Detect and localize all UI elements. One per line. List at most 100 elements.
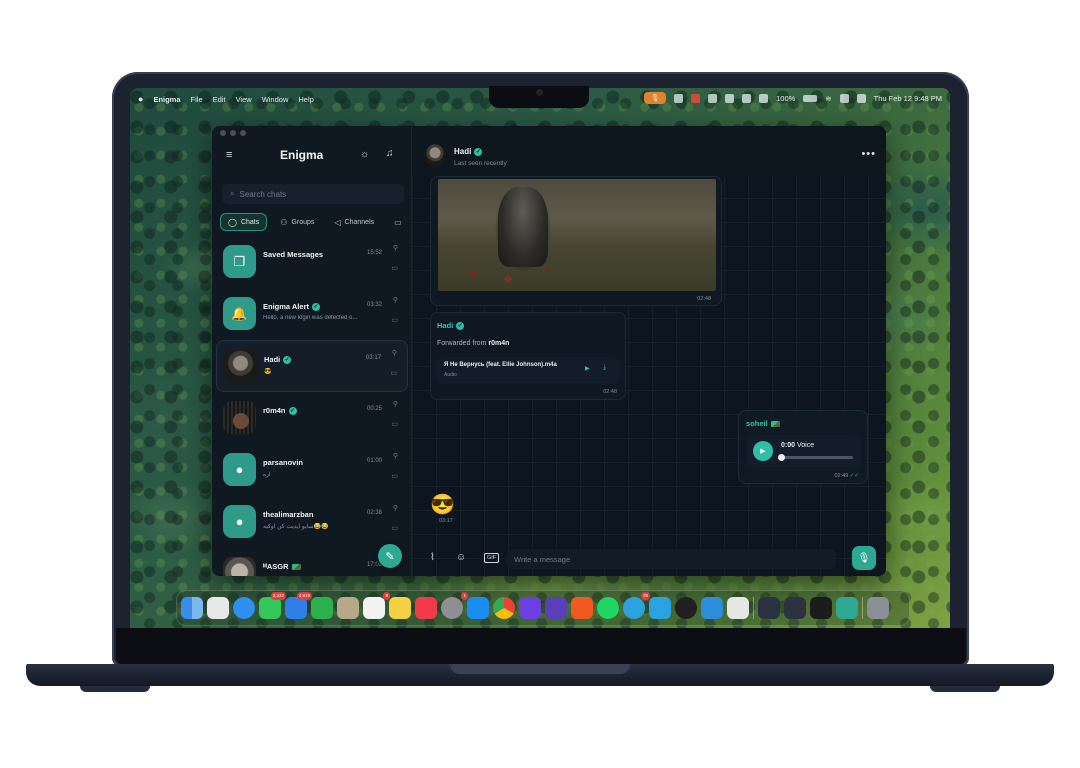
chrome-icon[interactable] — [493, 597, 515, 619]
notes-icon[interactable] — [389, 597, 411, 619]
menu-view[interactable]: View — [236, 95, 252, 104]
chat-item-parsanovin[interactable]: ● parsanovin اره 01:00 ⚲ ▭ — [216, 444, 408, 496]
spotify-icon[interactable] — [597, 597, 619, 619]
gif-icon[interactable]: GIF — [484, 553, 500, 563]
tab-groups[interactable]: ⚇ Groups — [273, 213, 321, 231]
chat-preview: 😎 — [264, 369, 272, 375]
menu-clock[interactable]: Thu Feb 12 9:48 PM — [874, 94, 942, 103]
archive-icon[interactable]: ▭ — [391, 420, 398, 428]
finder-icon[interactable] — [181, 597, 203, 619]
calendar-icon[interactable]: 8 — [363, 592, 390, 619]
settings-icon[interactable]: 1 — [441, 592, 468, 619]
menu-edit[interactable]: Edit — [213, 95, 226, 104]
brave-icon[interactable] — [571, 597, 593, 619]
minimize-window-button[interactable] — [230, 130, 236, 136]
sun-theme-icon[interactable]: ☼ — [360, 149, 369, 160]
phone-icon[interactable] — [311, 597, 333, 619]
trash-icon[interactable] — [867, 597, 889, 619]
tray-icon[interactable] — [708, 93, 718, 103]
read-check-icon: ✓✓ — [849, 473, 859, 479]
hamburger-menu-icon[interactable]: ≡ — [226, 149, 238, 161]
emoji-message[interactable]: 😎 — [430, 492, 455, 517]
menu-file[interactable]: File — [191, 95, 203, 104]
tray-icon[interactable] — [725, 93, 735, 103]
bell-icon[interactable]: ♫ — [386, 148, 394, 159]
pin-icon[interactable]: ⚲ — [393, 504, 398, 512]
chat-item-hadi[interactable]: Hadi ✓ 😎 03:17 ⚲ ▭ — [216, 340, 408, 392]
tab-channels[interactable]: ◁ Channels — [327, 213, 381, 231]
tray-icon[interactable] — [759, 93, 769, 103]
emoji-icon[interactable]: ☺ — [456, 552, 466, 563]
tab-archive[interactable]: ▭ — [387, 213, 409, 231]
play-icon[interactable]: ▶ — [585, 365, 590, 372]
microphone-button[interactable]: 🎙 — [852, 546, 876, 570]
audio-file-card[interactable]: Я Не Вернусь (feat. Ellie Johnson).m4a A… — [437, 357, 619, 383]
forwarded-source[interactable]: r0m4n — [488, 340, 509, 347]
preview-icon[interactable] — [727, 597, 749, 619]
chat-item-r0m4n[interactable]: r0m4n ✓ 00:25 ⚲ ▭ — [216, 392, 408, 444]
attach-icon[interactable]: ⌇ — [430, 552, 435, 563]
telegram-icon[interactable]: 29 — [623, 592, 650, 619]
play-button[interactable]: ▶ — [753, 441, 773, 461]
perplexity-icon[interactable] — [545, 597, 567, 619]
pin-icon[interactable]: ⚲ — [393, 296, 398, 304]
telegram-alt-icon[interactable] — [649, 597, 671, 619]
mail-icon[interactable]: 4,819 — [285, 592, 312, 619]
chat-item-enigma-alert[interactable]: 🔔 Enigma Alert ✓ Hello, a new login was d… — [216, 288, 408, 340]
zoom-window-button[interactable] — [240, 130, 246, 136]
wifi-icon[interactable]: ≋ — [825, 94, 831, 103]
message-input[interactable] — [506, 549, 836, 569]
image-message[interactable]: 02:48 — [430, 176, 722, 306]
download-icon[interactable]: ⤓ — [603, 364, 606, 372]
chat-item-saved-messages[interactable]: ❐ Saved Messages 15:52 ⚲ ▭ — [216, 236, 408, 288]
pin-icon[interactable]: ⚲ — [393, 400, 398, 408]
control-center-icon[interactable] — [839, 93, 849, 103]
archive-icon[interactable]: ▭ — [391, 316, 398, 324]
apple-menu-icon[interactable]: ● — [138, 94, 143, 104]
chat-title[interactable]: Hadi ✓ — [454, 147, 483, 156]
chat-list: ❐ Saved Messages 15:52 ⚲ ▭ 🔔 Enigma Aler… — [212, 236, 412, 576]
tab-chats[interactable]: ◯ Chats — [220, 213, 268, 231]
avatar[interactable] — [424, 144, 446, 166]
news-icon[interactable] — [415, 597, 437, 619]
send-icon[interactable] — [701, 597, 723, 619]
safari-icon[interactable] — [233, 597, 255, 619]
voice-message[interactable]: soheil ▶ 0:00 Voice 02:49 ✓✓ — [738, 410, 868, 484]
app-window-icon[interactable] — [784, 597, 806, 619]
menu-window[interactable]: Window — [262, 95, 289, 104]
app-store-icon[interactable] — [467, 597, 489, 619]
launchpad-icon[interactable] — [207, 597, 229, 619]
archive-icon[interactable]: ▭ — [391, 264, 398, 272]
message-photo[interactable] — [438, 179, 716, 291]
mic-indicator-icon[interactable]: 🎙 — [644, 92, 667, 104]
new-chat-button[interactable]: ✎ — [378, 544, 402, 568]
tray-icon[interactable] — [742, 93, 752, 103]
menu-app-name[interactable]: Enigma — [153, 95, 180, 104]
pin-icon[interactable]: ⚲ — [392, 349, 397, 357]
battery-icon[interactable] — [803, 94, 818, 102]
more-options-icon[interactable]: ••• — [861, 148, 876, 160]
voice-progress-track[interactable] — [781, 456, 853, 459]
tray-icon[interactable] — [691, 93, 701, 103]
menu-help[interactable]: Help — [298, 95, 313, 104]
user-switch-icon[interactable] — [856, 93, 866, 103]
tray-icon[interactable] — [674, 93, 684, 103]
app-window-icon[interactable] — [758, 597, 780, 619]
archive-icon[interactable]: ▭ — [391, 524, 398, 532]
enigma-app-icon[interactable] — [836, 597, 858, 619]
chatgpt-icon[interactable] — [675, 597, 697, 619]
archive-icon[interactable]: ▭ — [391, 472, 398, 480]
messages-icon[interactable]: 3,222 — [259, 592, 286, 619]
pin-icon[interactable]: ⚲ — [393, 452, 398, 460]
chat-item-thealimarzban[interactable]: ● thealimarzban سایو اپدیت کن اوکیه😂😂 02… — [216, 496, 408, 548]
close-window-button[interactable] — [220, 130, 226, 136]
forwarded-audio-message[interactable]: Hadi ✓ Forwarded from r0m4n Я Не Вернусь … — [430, 312, 626, 400]
contacts-icon[interactable] — [337, 597, 359, 619]
search-input[interactable] — [239, 189, 390, 199]
video-player-icon[interactable] — [519, 597, 541, 619]
voice-progress-knob[interactable] — [778, 454, 785, 461]
chat-pane: Hadi ✓ Last seen recently ••• 02:48 Hadi ✓… — [412, 126, 886, 576]
app-window-icon[interactable] — [810, 597, 832, 619]
pin-icon[interactable]: ⚲ — [393, 244, 398, 252]
archive-icon[interactable]: ▭ — [390, 369, 397, 377]
